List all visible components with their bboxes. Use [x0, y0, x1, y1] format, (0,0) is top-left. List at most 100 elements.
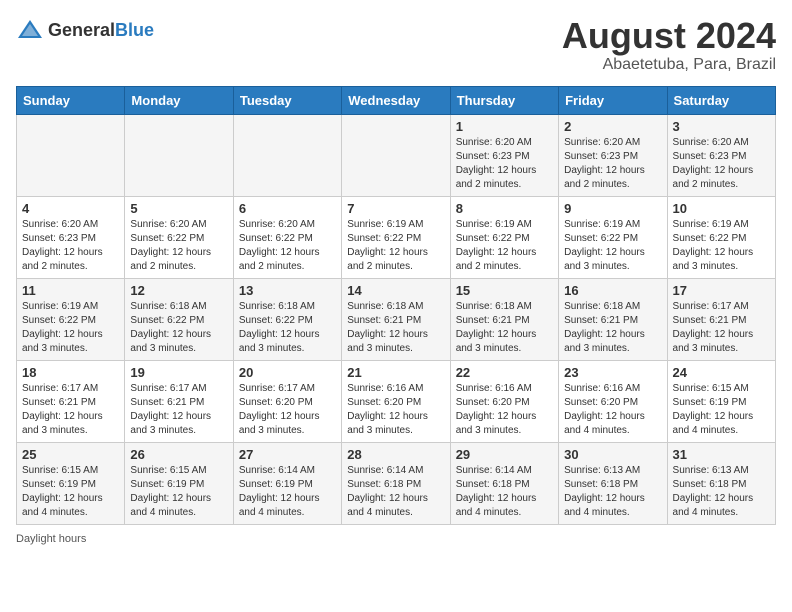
day-info: Sunrise: 6:19 AMSunset: 6:22 PMDaylight:…	[22, 300, 119, 356]
day-of-week-wednesday: Wednesday	[342, 86, 450, 114]
logo-blue: Blue	[115, 20, 154, 40]
day-info: Sunrise: 6:19 AMSunset: 6:22 PMDaylight:…	[564, 218, 661, 274]
day-number: 27	[239, 447, 336, 462]
calendar-cell: 18Sunrise: 6:17 AMSunset: 6:21 PMDayligh…	[17, 360, 125, 442]
day-info: Sunrise: 6:20 AMSunset: 6:23 PMDaylight:…	[22, 218, 119, 274]
day-number: 11	[22, 283, 119, 298]
day-number: 20	[239, 365, 336, 380]
calendar-cell: 30Sunrise: 6:13 AMSunset: 6:18 PMDayligh…	[559, 442, 667, 524]
day-info: Sunrise: 6:16 AMSunset: 6:20 PMDaylight:…	[456, 382, 553, 438]
day-number: 1	[456, 119, 553, 134]
calendar-cell: 13 Sunrise: 6:18 AMSunset: 6:22 PMDayligh…	[233, 278, 341, 360]
calendar-cell: 11 Sunrise: 6:19 AMSunset: 6:22 PMDayligh…	[17, 278, 125, 360]
day-of-week-friday: Friday	[559, 86, 667, 114]
day-info: Sunrise: 6:14 AMSunset: 6:18 PMDaylight:…	[456, 464, 553, 520]
day-info: Sunrise: 6:17 AMSunset: 6:21 PMDaylight:…	[673, 300, 770, 356]
calendar-cell: 10 Sunrise: 6:19 AMSunset: 6:22 PMDayligh…	[667, 196, 775, 278]
day-info: Sunrise: 6:15 AMSunset: 6:19 PMDaylight:…	[130, 464, 227, 520]
calendar-week-4: 18Sunrise: 6:17 AMSunset: 6:21 PMDayligh…	[17, 360, 776, 442]
calendar-cell: 26 Sunrise: 6:15 AMSunset: 6:19 PMDayligh…	[125, 442, 233, 524]
calendar-cell: 9Sunrise: 6:19 AMSunset: 6:22 PMDaylight…	[559, 196, 667, 278]
day-info: Sunrise: 6:18 AMSunset: 6:21 PMDaylight:…	[347, 300, 444, 356]
day-number: 26	[130, 447, 227, 462]
title-block: August 2024 Abaetetuba, Para, Brazil	[562, 16, 776, 74]
calendar-cell: 8 Sunrise: 6:19 AMSunset: 6:22 PMDaylight…	[450, 196, 558, 278]
day-info: Sunrise: 6:20 AMSunset: 6:23 PMDaylight:…	[456, 136, 553, 192]
calendar-cell: 15 Sunrise: 6:18 AMSunset: 6:21 PMDayligh…	[450, 278, 558, 360]
calendar-cell: 6 Sunrise: 6:20 AMSunset: 6:22 PMDaylight…	[233, 196, 341, 278]
day-number: 17	[673, 283, 770, 298]
calendar-week-3: 11 Sunrise: 6:19 AMSunset: 6:22 PMDayligh…	[17, 278, 776, 360]
day-info: Sunrise: 6:17 AMSunset: 6:21 PMDaylight:…	[22, 382, 119, 438]
calendar-week-2: 4 Sunrise: 6:20 AMSunset: 6:23 PMDaylight…	[17, 196, 776, 278]
calendar-cell: 28 Sunrise: 6:14 AMSunset: 6:18 PMDayligh…	[342, 442, 450, 524]
day-info: Sunrise: 6:15 AMSunset: 6:19 PMDaylight:…	[22, 464, 119, 520]
calendar-cell: 5 Sunrise: 6:20 AMSunset: 6:22 PMDaylight…	[125, 196, 233, 278]
calendar-cell: 7 Sunrise: 6:19 AMSunset: 6:22 PMDaylight…	[342, 196, 450, 278]
day-info: Sunrise: 6:14 AMSunset: 6:18 PMDaylight:…	[347, 464, 444, 520]
day-number: 16	[564, 283, 661, 298]
calendar-cell: 3Sunrise: 6:20 AMSunset: 6:23 PMDaylight…	[667, 114, 775, 196]
day-number: 31	[673, 447, 770, 462]
day-number: 10	[673, 201, 770, 216]
day-number: 8	[456, 201, 553, 216]
day-number: 24	[673, 365, 770, 380]
day-number: 12	[130, 283, 227, 298]
calendar-cell: 22 Sunrise: 6:16 AMSunset: 6:20 PMDayligh…	[450, 360, 558, 442]
day-info: Sunrise: 6:18 AMSunset: 6:21 PMDaylight:…	[456, 300, 553, 356]
day-number: 2	[564, 119, 661, 134]
logo-general: General	[48, 20, 115, 40]
day-info: Sunrise: 6:20 AMSunset: 6:22 PMDaylight:…	[130, 218, 227, 274]
day-info: Sunrise: 6:18 AMSunset: 6:22 PMDaylight:…	[239, 300, 336, 356]
day-info: Sunrise: 6:19 AMSunset: 6:22 PMDaylight:…	[673, 218, 770, 274]
day-of-week-saturday: Saturday	[667, 86, 775, 114]
day-info: Sunrise: 6:19 AMSunset: 6:22 PMDaylight:…	[347, 218, 444, 274]
calendar-table: SundayMondayTuesdayWednesdayThursdayFrid…	[16, 86, 776, 525]
day-number: 7	[347, 201, 444, 216]
calendar-cell: 29 Sunrise: 6:14 AMSunset: 6:18 PMDayligh…	[450, 442, 558, 524]
day-of-week-tuesday: Tuesday	[233, 86, 341, 114]
logo[interactable]: GeneralBlue	[16, 16, 154, 44]
day-info: Sunrise: 6:18 AMSunset: 6:22 PMDaylight:…	[130, 300, 227, 356]
day-info: Sunrise: 6:14 AMSunset: 6:19 PMDaylight:…	[239, 464, 336, 520]
day-info: Sunrise: 6:13 AMSunset: 6:18 PMDaylight:…	[673, 464, 770, 520]
days-of-week-row: SundayMondayTuesdayWednesdayThursdayFrid…	[17, 86, 776, 114]
day-of-week-thursday: Thursday	[450, 86, 558, 114]
logo-icon	[16, 16, 44, 44]
calendar-cell: 12 Sunrise: 6:18 AMSunset: 6:22 PMDayligh…	[125, 278, 233, 360]
calendar-cell	[233, 114, 341, 196]
calendar-cell	[125, 114, 233, 196]
page-header: GeneralBlue August 2024 Abaetetuba, Para…	[16, 16, 776, 74]
calendar-cell: 23Sunrise: 6:16 AMSunset: 6:20 PMDayligh…	[559, 360, 667, 442]
calendar-header: SundayMondayTuesdayWednesdayThursdayFrid…	[17, 86, 776, 114]
day-number: 15	[456, 283, 553, 298]
page-title: August 2024	[562, 16, 776, 56]
day-info: Sunrise: 6:19 AMSunset: 6:22 PMDaylight:…	[456, 218, 553, 274]
day-info: Sunrise: 6:20 AMSunset: 6:22 PMDaylight:…	[239, 218, 336, 274]
day-number: 6	[239, 201, 336, 216]
day-number: 5	[130, 201, 227, 216]
day-info: Sunrise: 6:15 AMSunset: 6:19 PMDaylight:…	[673, 382, 770, 438]
day-number: 4	[22, 201, 119, 216]
day-number: 22	[456, 365, 553, 380]
calendar-cell: 16Sunrise: 6:18 AMSunset: 6:21 PMDayligh…	[559, 278, 667, 360]
day-number: 28	[347, 447, 444, 462]
calendar-cell: 2 Sunrise: 6:20 AMSunset: 6:23 PMDaylight…	[559, 114, 667, 196]
day-number: 25	[22, 447, 119, 462]
calendar-cell: 24 Sunrise: 6:15 AMSunset: 6:19 PMDayligh…	[667, 360, 775, 442]
day-info: Sunrise: 6:16 AMSunset: 6:20 PMDaylight:…	[564, 382, 661, 438]
calendar-cell: 4 Sunrise: 6:20 AMSunset: 6:23 PMDaylight…	[17, 196, 125, 278]
day-number: 30	[564, 447, 661, 462]
daylight-label: Daylight hours	[16, 533, 86, 545]
day-info: Sunrise: 6:20 AMSunset: 6:23 PMDaylight:…	[564, 136, 661, 192]
calendar-week-5: 25 Sunrise: 6:15 AMSunset: 6:19 PMDayligh…	[17, 442, 776, 524]
day-number: 29	[456, 447, 553, 462]
day-number: 19	[130, 365, 227, 380]
day-info: Sunrise: 6:17 AMSunset: 6:21 PMDaylight:…	[130, 382, 227, 438]
day-of-week-sunday: Sunday	[17, 86, 125, 114]
day-number: 13	[239, 283, 336, 298]
calendar-cell: 27 Sunrise: 6:14 AMSunset: 6:19 PMDayligh…	[233, 442, 341, 524]
day-number: 3	[673, 119, 770, 134]
calendar-cell	[342, 114, 450, 196]
day-of-week-monday: Monday	[125, 86, 233, 114]
